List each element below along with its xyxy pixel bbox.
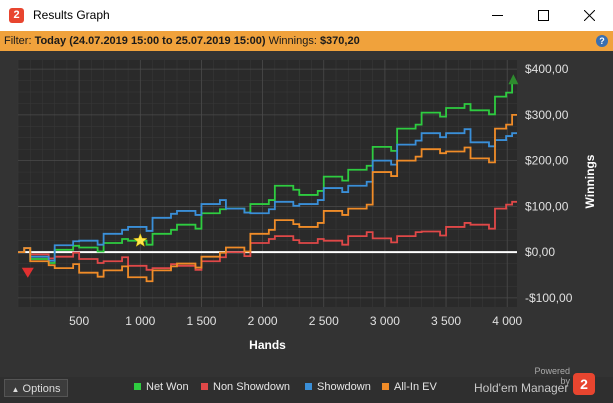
y-tick-label: -$100,00 — [525, 291, 573, 305]
window-title: Results Graph — [33, 8, 110, 22]
options-label: Options — [22, 383, 61, 395]
help-icon[interactable]: ? — [596, 35, 608, 47]
y-axis-label: Winnings — [583, 154, 597, 208]
legend-swatch — [201, 383, 208, 390]
legend-label: Non Showdown — [213, 381, 291, 393]
legend-item-all-in-ev[interactable]: All-In EV — [382, 381, 437, 393]
x-tick-label: 3 500 — [431, 314, 461, 328]
x-tick-label: 2 500 — [309, 314, 339, 328]
app-logo-icon: 2 — [9, 8, 24, 23]
winnings-value: $370,20 — [319, 35, 360, 47]
y-tick-label: $200,00 — [525, 154, 569, 168]
y-tick-label: $400,00 — [525, 62, 569, 76]
filter-text: Filter: Today (24.07.2019 15:00 to 25.07… — [4, 31, 360, 51]
legend-swatch — [382, 383, 389, 390]
x-tick-label: 1 000 — [125, 314, 155, 328]
filter-label: Filter: — [4, 35, 32, 47]
legend-label: Net Won — [146, 381, 189, 393]
y-tick-label: $100,00 — [525, 199, 569, 213]
legend-item-net-won[interactable]: Net Won — [134, 381, 189, 393]
brand-logo-icon: 2 — [573, 373, 595, 395]
minimize-icon — [492, 15, 503, 16]
legend-item-showdown[interactable]: Showdown — [305, 381, 371, 393]
close-icon — [584, 10, 595, 21]
options-button[interactable]: ▲ Options — [4, 379, 68, 397]
legend-label: All-In EV — [394, 381, 437, 393]
x-tick-label: 3 000 — [370, 314, 400, 328]
x-tick-label: 2 000 — [248, 314, 278, 328]
title-bar: 2 Results Graph — [0, 0, 613, 31]
results-chart-svg: 500 1 000 1 500 2 000 2 500 3 000 3 500 4 000-$… — [17, 60, 597, 352]
legend-swatch — [305, 383, 312, 390]
maximize-icon — [538, 10, 549, 21]
y-tick-label: $300,00 — [525, 108, 569, 122]
minimize-button[interactable] — [475, 0, 521, 31]
maximize-button[interactable] — [521, 0, 567, 31]
x-tick-label: 4 000 — [492, 314, 522, 328]
x-axis-label: Hands — [249, 338, 286, 352]
close-button[interactable] — [567, 0, 613, 31]
chevron-up-icon: ▲ — [11, 385, 20, 394]
filter-bar: Filter: Today (24.07.2019 15:00 to 25.07… — [0, 31, 613, 51]
results-graph-window: 2 Results Graph Filter: Today (24.07.201… — [0, 0, 613, 403]
legend-label: Showdown — [317, 381, 371, 393]
x-tick-label: 1 500 — [186, 314, 216, 328]
x-tick-label: 500 — [69, 314, 89, 328]
brand-name: Hold'em Manager — [474, 381, 569, 395]
y-tick-label: $0,00 — [525, 245, 555, 259]
results-chart: 500 1 000 1 500 2 000 2 500 3 000 3 500 4 000 -$… — [0, 51, 613, 377]
filter-value: Today (24.07.2019 15:00 to 25.07.2019 15… — [34, 35, 266, 47]
bottom-bar: ▲ Options Net Won Non Showdown Showdown … — [0, 366, 613, 403]
legend-swatch — [134, 383, 141, 390]
legend-item-non-showdown[interactable]: Non Showdown — [201, 381, 290, 393]
winnings-label: Winnings: — [268, 35, 317, 47]
